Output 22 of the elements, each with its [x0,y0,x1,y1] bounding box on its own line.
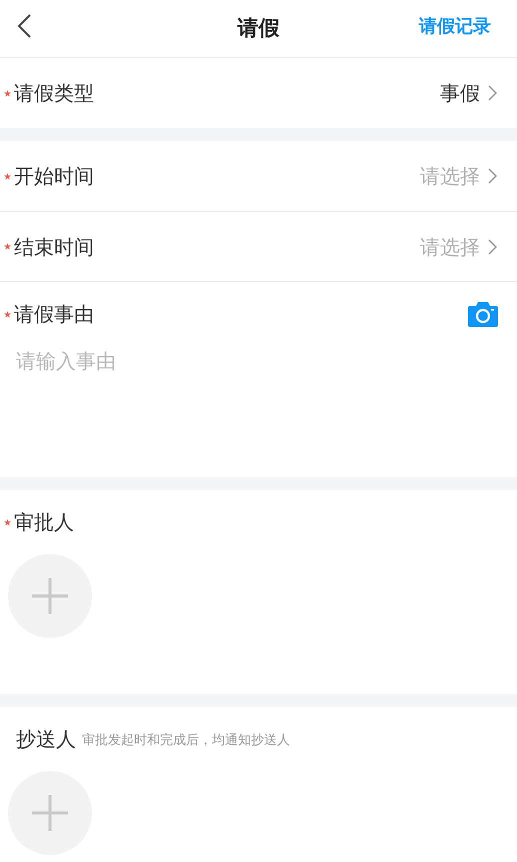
plus-icon [32,795,68,831]
select-row[interactable]: 开始时间 请选择 [0,141,517,211]
field-label: 请假类型 [14,80,94,107]
field-placeholder: 请选择 [420,163,480,190]
reason-field[interactable]: 请输入事由 [16,346,515,456]
field-placeholder: 请选择 [420,234,480,260]
field-value: 事假 [440,80,480,107]
field-label: 审批人 [14,509,74,536]
chevron-right-icon [488,85,497,101]
field-hint: 审批发起时和完成后，均通知抄送人 [82,732,290,750]
field-label: 请假事由 [14,301,94,328]
select-row[interactable]: 请假类型 事假 [0,58,517,128]
page-title: 请假 [238,14,280,42]
plus-icon [32,578,68,614]
field-label: 开始时间 [14,163,94,190]
back-icon [17,14,31,38]
chevron-right-icon [488,238,497,254]
chevron-right-icon [488,168,497,184]
camera-icon[interactable] [467,300,499,328]
select-row[interactable]: 结束时间 请选择 [0,211,517,281]
field-label: 抄送人 [16,726,76,753]
field-label: 结束时间 [14,234,94,260]
